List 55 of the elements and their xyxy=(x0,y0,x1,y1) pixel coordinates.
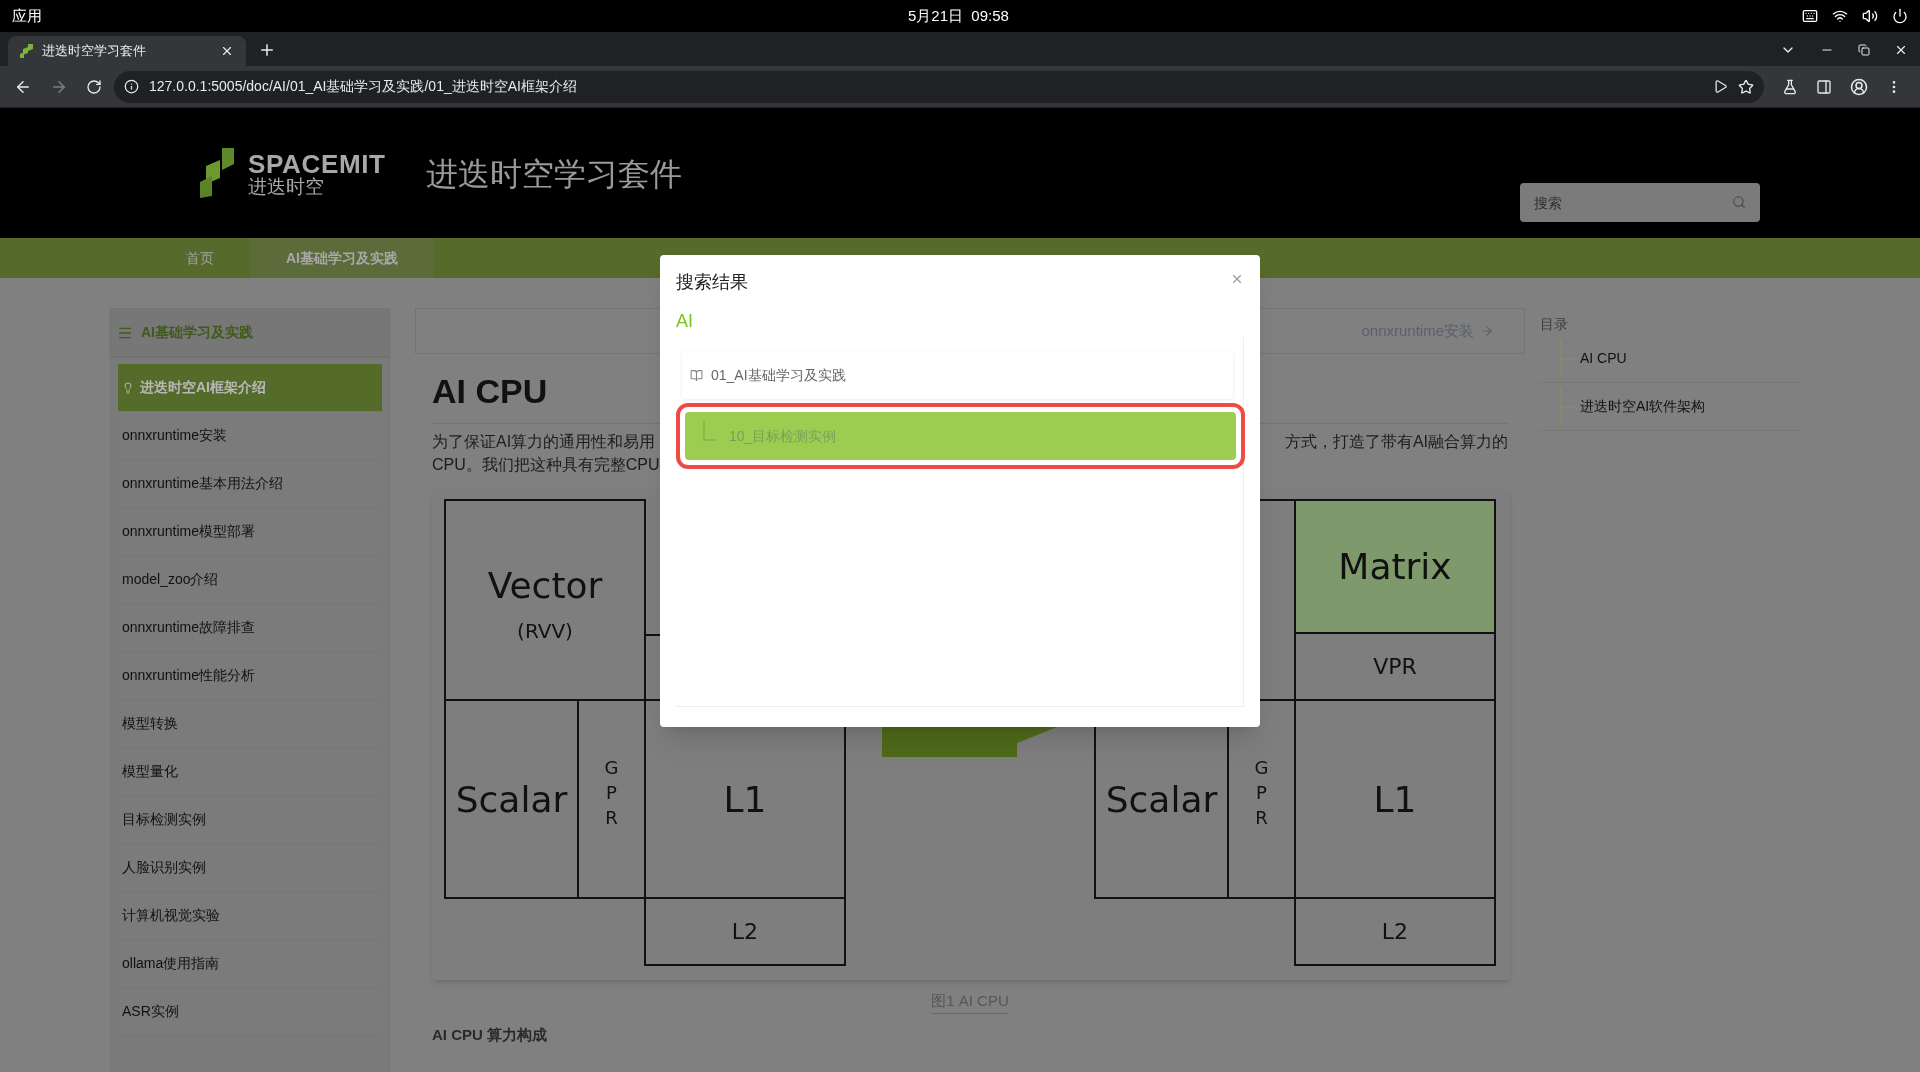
sidebar-item[interactable]: 进迭时空AI框架介绍 xyxy=(118,364,382,412)
sidebar-title: AI基础学习及实践 xyxy=(141,323,253,342)
search-result[interactable]: 01_AI基础学习及实践 xyxy=(682,351,1233,399)
paragraph-text: 为了保证AI算力的通用性和易用 xyxy=(432,432,656,452)
block-label: GPR xyxy=(1254,757,1269,828)
nav-tab[interactable]: 首页 xyxy=(150,238,250,278)
restore-icon[interactable] xyxy=(1858,44,1870,56)
block-label: Vector xyxy=(487,565,603,606)
bulb-icon xyxy=(122,381,134,394)
book-icon xyxy=(690,368,703,382)
send-icon[interactable] xyxy=(1713,79,1728,94)
block-label: Scalar xyxy=(1105,778,1218,820)
address-field[interactable]: 127.0.0.1:5005/doc/AI/01_AI基础学习及实践/01_进迭时空AI框架介绍 xyxy=(114,70,1764,103)
toc-link[interactable]: 进迭时空AI软件架构 xyxy=(1580,396,1706,417)
query-label: AI xyxy=(676,310,694,333)
paragraph-text: CPU。我们把这种具有完整CPU xyxy=(432,456,660,473)
block-label: Matrix xyxy=(1338,546,1452,588)
site-title: 进迭时空学习套件 xyxy=(425,155,682,194)
close-icon[interactable] xyxy=(1894,43,1908,57)
profile-icon[interactable] xyxy=(1850,77,1868,96)
url-text: 127.0.0.1:5005/doc/AI/01_AI基础学习及实践/01_进迭时空AI框架介绍 xyxy=(149,77,577,96)
block-label: Scalar xyxy=(455,778,568,820)
clock[interactable]: 5月21日 09:58 xyxy=(908,4,1009,28)
flask-icon[interactable] xyxy=(1782,78,1798,95)
block-label: L1 xyxy=(723,778,767,820)
power-icon[interactable] xyxy=(1892,8,1908,24)
browser-tab[interactable]: 进迭时空学习套件 xyxy=(8,36,246,66)
block-label: L2 xyxy=(1381,919,1409,945)
section-heading: AI CPU 算力构成 xyxy=(432,1024,548,1045)
wifi-icon[interactable] xyxy=(1832,8,1848,24)
reload-icon[interactable] xyxy=(86,78,102,95)
info-icon[interactable] xyxy=(124,79,139,94)
logo-text: SPACEMIT xyxy=(248,150,386,177)
leaf-icon xyxy=(20,44,34,58)
applications-menu[interactable]: 应用 xyxy=(12,4,42,28)
toc-link[interactable]: AI CPU xyxy=(1580,348,1627,369)
block-label: L2 xyxy=(731,919,759,945)
keyboard-icon[interactable] xyxy=(1802,8,1818,24)
new-tab-icon[interactable] xyxy=(258,41,276,59)
tab-title: 进迭时空学习套件 xyxy=(42,42,146,61)
tree-branch-icon xyxy=(703,421,717,441)
paragraph-text: 方式，打造了带有AI融合算力的 xyxy=(1284,432,1508,452)
block-label: GPR xyxy=(604,757,619,828)
close-tab-icon[interactable] xyxy=(220,44,234,58)
block-label: VPR xyxy=(1373,654,1417,680)
bookmark-star-icon[interactable] xyxy=(1738,78,1754,95)
search-field[interactable]: 搜索 xyxy=(1520,183,1760,222)
logo-subtext: 进迭时空 xyxy=(248,176,325,196)
dialog-title: 搜索结果 xyxy=(676,271,748,294)
side-panel-icon[interactable] xyxy=(1816,78,1832,95)
volume-icon[interactable] xyxy=(1862,8,1878,24)
block-label: L1 xyxy=(1373,778,1417,820)
toc-title: 目录 xyxy=(1540,315,1569,334)
nav-tab[interactable]: AI基础学习及实践 xyxy=(250,238,434,278)
block-sublabel: (RVV) xyxy=(517,619,573,643)
